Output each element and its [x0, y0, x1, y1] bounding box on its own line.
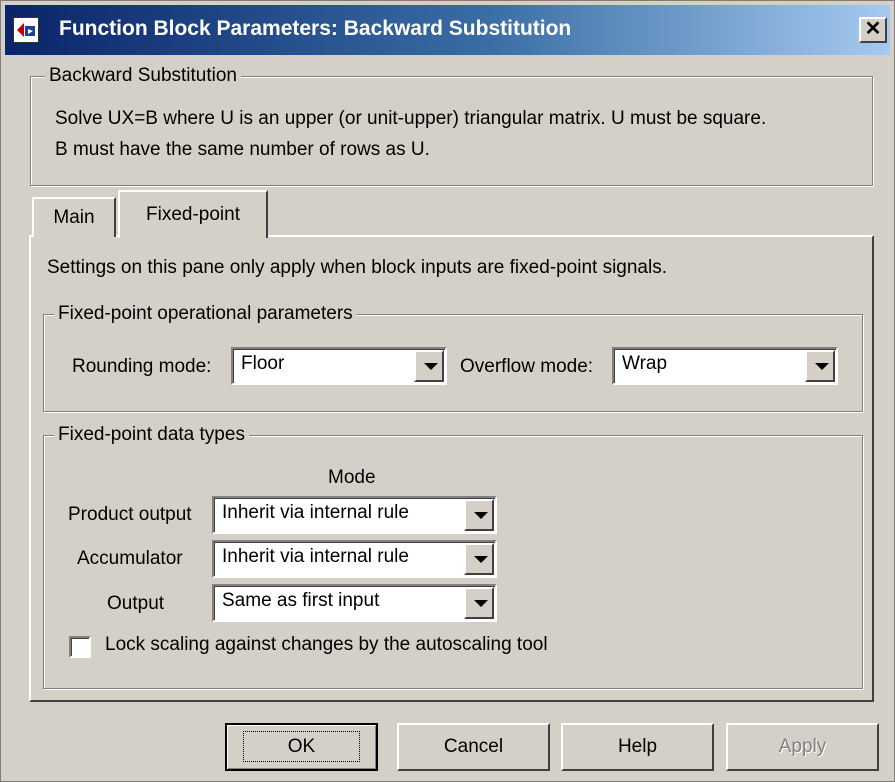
- overflow-mode-select[interactable]: Wrap: [612, 347, 838, 385]
- chevron-down-icon[interactable]: [414, 350, 444, 382]
- operational-group-title: Fixed-point operational parameters: [54, 302, 357, 326]
- help-button[interactable]: Help: [561, 723, 714, 771]
- tab-main-label: Main: [53, 207, 95, 228]
- chevron-down-icon[interactable]: [464, 543, 494, 575]
- cancel-button[interactable]: Cancel: [397, 723, 550, 771]
- output-value: Same as first input: [222, 590, 380, 611]
- cancel-button-label: Cancel: [443, 736, 504, 757]
- title-bar[interactable]: Function Block Parameters: Backward Subs…: [5, 5, 890, 55]
- close-icon[interactable]: ✕: [859, 17, 887, 43]
- chevron-down-icon[interactable]: [464, 587, 494, 619]
- description-group: Backward Substitution: [30, 64, 873, 186]
- help-button-label: Help: [617, 736, 658, 757]
- rounding-mode-value: Floor: [241, 353, 285, 374]
- overflow-mode-value: Wrap: [622, 353, 668, 374]
- accumulator-value: Inherit via internal rule: [222, 546, 409, 567]
- accumulator-select[interactable]: Inherit via internal rule: [212, 540, 497, 578]
- output-label: Output: [107, 593, 165, 614]
- product-output-select[interactable]: Inherit via internal rule: [212, 496, 497, 534]
- output-select[interactable]: Same as first input: [212, 584, 497, 622]
- window-title: Function Block Parameters: Backward Subs…: [59, 17, 572, 40]
- product-output-label: Product output: [68, 504, 192, 525]
- overflow-mode-label: Overflow mode:: [460, 356, 594, 377]
- chevron-down-icon[interactable]: [464, 499, 494, 531]
- lock-scaling-label[interactable]: Lock scaling against changes by the auto…: [105, 634, 548, 656]
- dialog-window: Function Block Parameters: Backward Subs…: [0, 0, 895, 782]
- data-types-group-title: Fixed-point data types: [54, 423, 249, 447]
- tab-main[interactable]: Main: [32, 197, 116, 237]
- pane-note: Settings on this pane only apply when bl…: [47, 257, 667, 278]
- rounding-mode-select[interactable]: Floor: [231, 347, 447, 385]
- mode-column-header: Mode: [328, 467, 376, 488]
- chevron-down-icon[interactable]: [805, 350, 835, 382]
- tab-fixed-point[interactable]: Fixed-point: [118, 190, 268, 238]
- simulink-block-icon: [13, 17, 39, 43]
- product-output-value: Inherit via internal rule: [222, 502, 409, 523]
- description-group-title: Backward Substitution: [45, 64, 241, 88]
- rounding-mode-label: Rounding mode:: [72, 356, 212, 377]
- apply-button-label: Apply: [778, 736, 827, 757]
- accumulator-label: Accumulator: [77, 548, 183, 569]
- tab-fixed-point-label: Fixed-point: [146, 204, 240, 225]
- ok-button-label: OK: [242, 731, 361, 762]
- ok-button[interactable]: OK: [225, 723, 378, 771]
- apply-button[interactable]: Apply: [726, 723, 879, 771]
- description-line-2: B must have the same number of rows as U…: [55, 139, 430, 160]
- description-line-1: Solve UX=B where U is an upper (or unit-…: [55, 108, 767, 129]
- lock-scaling-checkbox[interactable]: [69, 636, 91, 658]
